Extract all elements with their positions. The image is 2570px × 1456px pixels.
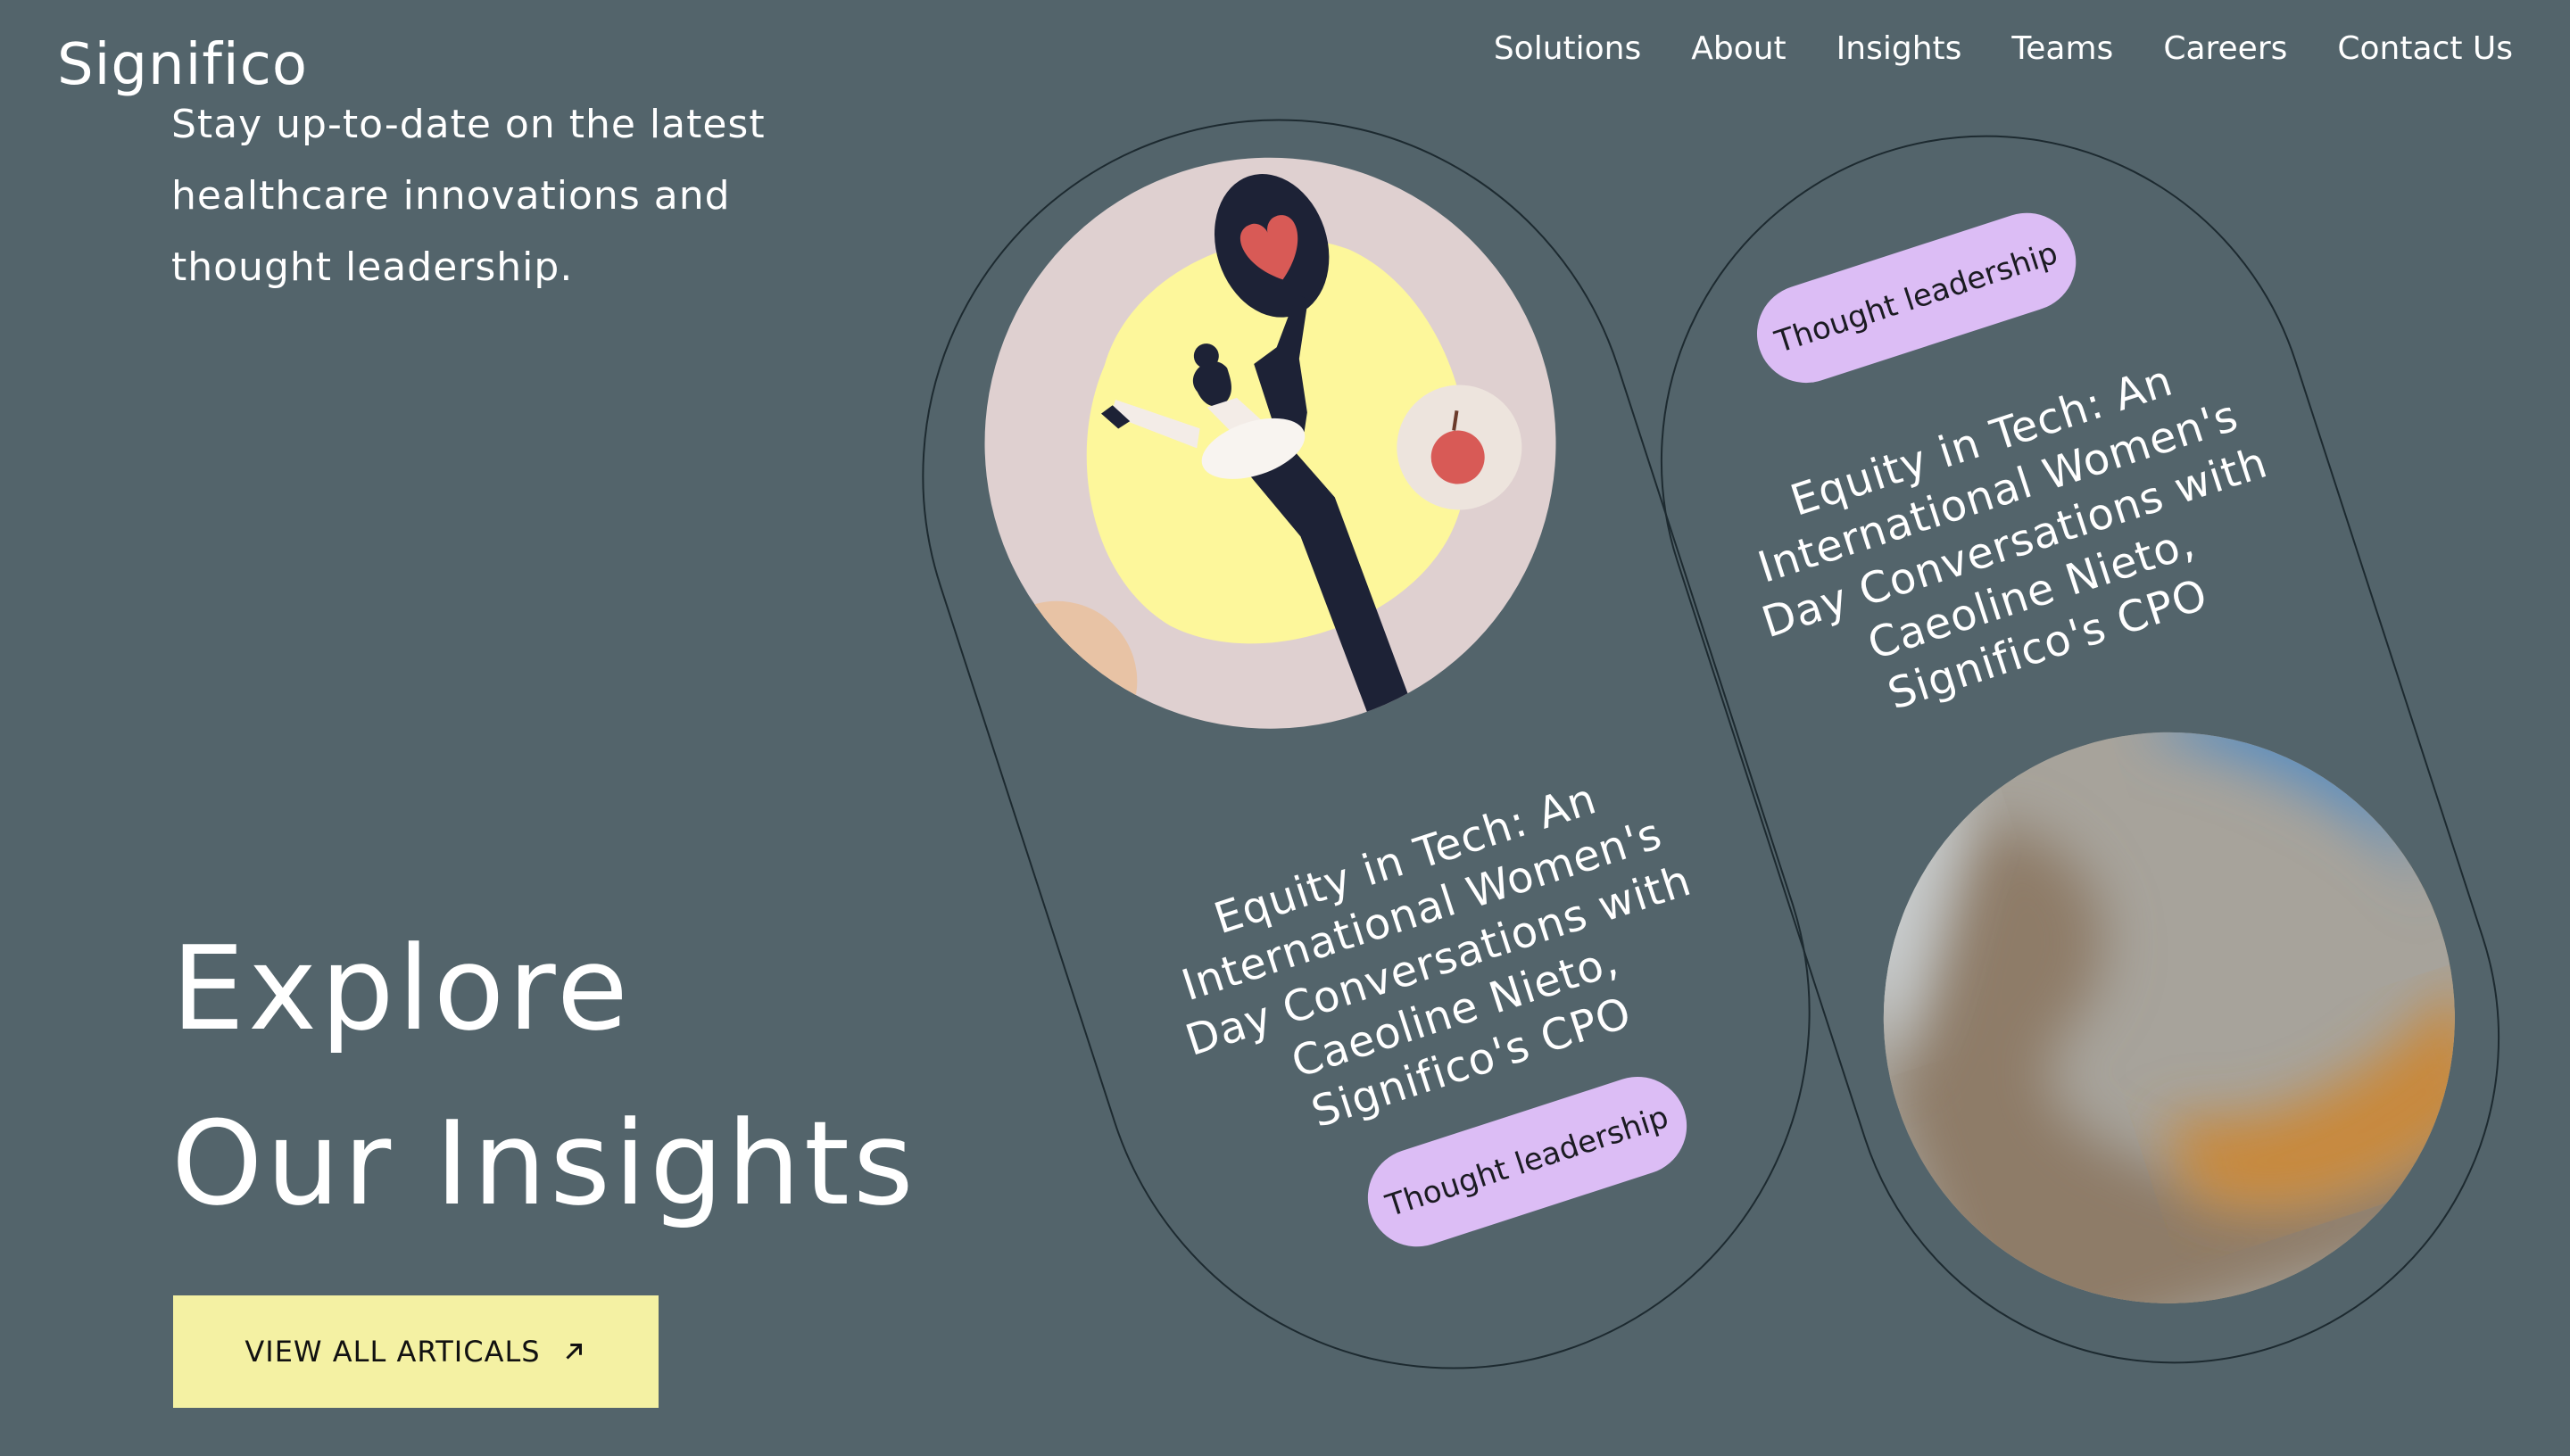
card-title[interactable]: Equity in Tech: An International Women's…: [1719, 333, 2310, 753]
nav-item-teams[interactable]: Teams: [2011, 30, 2113, 67]
category-tag[interactable]: Thought leadership: [1744, 200, 2089, 396]
view-all-articles-label: VIEW ALL ARTICALS: [245, 1335, 541, 1369]
card-image-abstract: [1809, 658, 2530, 1378]
page-headline: Explore Our Insights: [171, 901, 917, 1251]
nav-item-about[interactable]: About: [1691, 30, 1786, 67]
nav-item-contact-us[interactable]: Contact Us: [2337, 30, 2513, 67]
brand-logo[interactable]: Significo: [57, 32, 308, 98]
view-all-articles-button[interactable]: VIEW ALL ARTICALS: [173, 1295, 659, 1408]
arrow-up-right-icon: [566, 1344, 582, 1360]
card-image-illustration: [910, 83, 1630, 803]
headline-line-2: Our Insights: [171, 1096, 917, 1231]
headline-line-1: Explore: [171, 921, 632, 1056]
nav-item-insights[interactable]: Insights: [1836, 30, 1962, 67]
intro-text: Stay up-to-date on the latest healthcare…: [171, 102, 766, 290]
main-nav: Solutions About Insights Teams Careers C…: [1494, 30, 2513, 67]
